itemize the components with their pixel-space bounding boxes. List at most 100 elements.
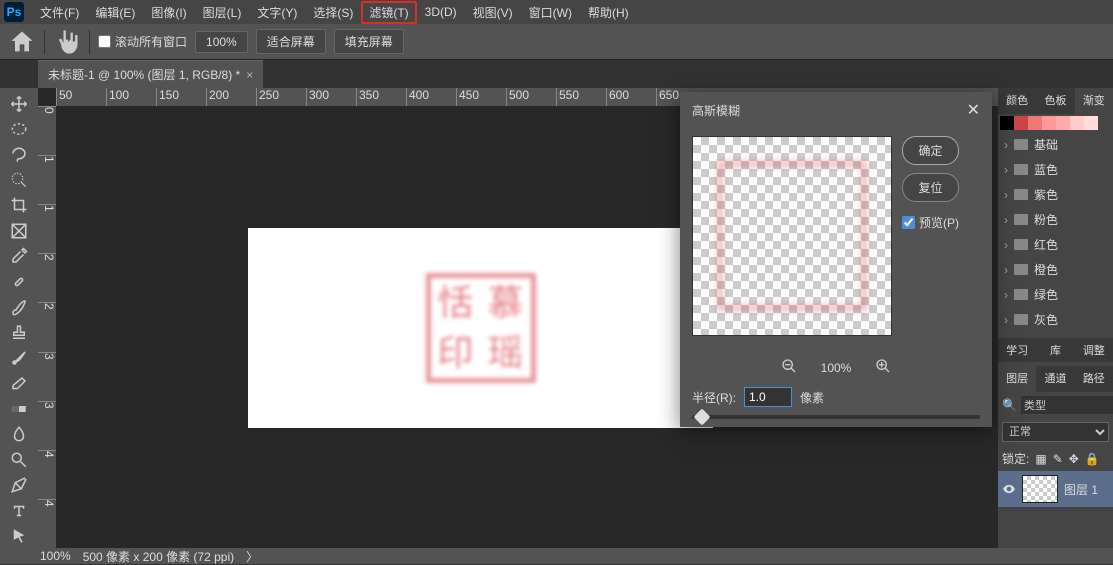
- brush-tool[interactable]: [4, 296, 34, 319]
- tab-color[interactable]: 颜色: [998, 88, 1036, 114]
- lock-all-icon[interactable]: 🔒: [1085, 452, 1100, 466]
- lasso-tool[interactable]: [4, 143, 34, 166]
- preview-image: [717, 161, 867, 311]
- menu-help[interactable]: 帮助(H): [580, 1, 637, 24]
- swatch[interactable]: [1042, 116, 1056, 130]
- preset-folder[interactable]: ›灰色: [998, 307, 1113, 332]
- dialog-title: 高斯模糊: [692, 102, 740, 119]
- slider-thumb[interactable]: [694, 409, 711, 426]
- zoom-in-icon[interactable]: [875, 358, 891, 377]
- tab-lib[interactable]: 库: [1036, 338, 1074, 362]
- tab-learn[interactable]: 学习: [998, 338, 1036, 362]
- tab-gradient[interactable]: 渐变: [1075, 88, 1113, 114]
- pen-tool[interactable]: [4, 474, 34, 497]
- scroll-all-checkbox[interactable]: 滚动所有窗口: [98, 33, 187, 50]
- menu-layer[interactable]: 图层(L): [195, 1, 250, 24]
- menu-select[interactable]: 选择(S): [305, 1, 361, 24]
- menu-3d[interactable]: 3D(D): [417, 2, 465, 22]
- right-panels: 颜色 色板 渐变 ›基础 ›蓝色 ›紫色 ›粉色 ›红色 ›橙色 ›绿色 ›灰色…: [998, 88, 1113, 548]
- layer-name: 图层 1: [1064, 481, 1098, 498]
- fit-screen-button[interactable]: 适合屏幕: [256, 29, 326, 54]
- fill-screen-button[interactable]: 填充屏幕: [334, 29, 404, 54]
- preset-folder[interactable]: ›粉色: [998, 207, 1113, 232]
- swatch[interactable]: [1084, 116, 1098, 130]
- path-select-tool[interactable]: [4, 524, 34, 547]
- preset-folder[interactable]: ›红色: [998, 232, 1113, 257]
- preset-folder[interactable]: ›基础: [998, 132, 1113, 157]
- close-icon[interactable]: ✕: [967, 100, 980, 120]
- folder-icon: [1014, 239, 1028, 250]
- radius-slider[interactable]: [692, 415, 980, 419]
- document-tab[interactable]: 未标题-1 @ 100% (图层 1, RGB/8) * ×: [38, 60, 263, 88]
- zoom-level[interactable]: 100%: [195, 31, 248, 53]
- lock-brush-icon[interactable]: ✎: [1053, 452, 1063, 466]
- radius-input[interactable]: [744, 387, 792, 407]
- history-brush-tool[interactable]: [4, 346, 34, 369]
- dodge-tool[interactable]: [4, 448, 34, 471]
- layer-row[interactable]: 图层 1: [998, 471, 1113, 507]
- close-tab-icon[interactable]: ×: [246, 68, 253, 82]
- swatch[interactable]: [1056, 116, 1070, 130]
- folder-icon: [1014, 289, 1028, 300]
- lock-row: 锁定: ▦ ✎ ✥ 🔒: [998, 446, 1113, 471]
- visibility-icon[interactable]: [1002, 482, 1016, 496]
- healing-tool[interactable]: [4, 270, 34, 293]
- app-logo: Ps: [4, 2, 24, 22]
- swatch[interactable]: [1070, 116, 1084, 130]
- menu-window[interactable]: 窗口(W): [521, 1, 580, 24]
- tab-swatches[interactable]: 色板: [1036, 88, 1074, 114]
- lock-transparency-icon[interactable]: ▦: [1035, 452, 1046, 466]
- folder-icon: [1014, 139, 1028, 150]
- radius-label: 半径(R):: [692, 389, 736, 406]
- hand-tool-icon[interactable]: [53, 28, 81, 56]
- layer-filter[interactable]: [1021, 396, 1113, 414]
- tab-layers[interactable]: 图层: [998, 366, 1036, 392]
- preset-folder[interactable]: ›绿色: [998, 282, 1113, 307]
- stamp-tool[interactable]: [4, 321, 34, 344]
- folder-icon: [1014, 264, 1028, 275]
- zoom-out-icon[interactable]: [781, 358, 797, 377]
- status-arrow-icon[interactable]: 〉: [246, 548, 258, 565]
- folder-icon: [1014, 314, 1028, 325]
- reset-button[interactable]: 复位: [902, 173, 959, 202]
- frame-tool[interactable]: [4, 219, 34, 242]
- menubar: Ps 文件(F) 编辑(E) 图像(I) 图层(L) 文字(Y) 选择(S) 滤…: [0, 0, 1113, 24]
- menu-file[interactable]: 文件(F): [32, 1, 87, 24]
- eyedropper-tool[interactable]: [4, 245, 34, 268]
- status-dims: 500 像素 x 200 像素 (72 ppi): [83, 548, 234, 565]
- menu-edit[interactable]: 编辑(E): [87, 1, 143, 24]
- lock-position-icon[interactable]: ✥: [1069, 452, 1079, 466]
- blur-tool[interactable]: [4, 423, 34, 446]
- menu-type[interactable]: 文字(Y): [249, 1, 305, 24]
- status-zoom[interactable]: 100%: [40, 549, 71, 563]
- home-icon[interactable]: [8, 28, 36, 56]
- blend-mode-select[interactable]: 正常: [1002, 422, 1109, 442]
- menu-image[interactable]: 图像(I): [143, 1, 194, 24]
- preview-checkbox[interactable]: 预览(P): [902, 214, 959, 231]
- tab-adjust[interactable]: 调整: [1075, 338, 1113, 362]
- type-tool[interactable]: [4, 499, 34, 522]
- preset-folder[interactable]: ›蓝色: [998, 157, 1113, 182]
- crop-tool[interactable]: [4, 194, 34, 217]
- swatch-row: [998, 114, 1113, 132]
- ok-button[interactable]: 确定: [902, 136, 959, 165]
- eraser-tool[interactable]: [4, 372, 34, 395]
- menu-filter[interactable]: 滤镜(T): [361, 1, 416, 24]
- canvas[interactable]: 恬慕印瑶: [248, 228, 713, 428]
- tab-paths[interactable]: 路径: [1075, 366, 1113, 392]
- quick-select-tool[interactable]: [4, 168, 34, 191]
- marquee-tool[interactable]: [4, 117, 34, 140]
- swatch[interactable]: [1000, 116, 1014, 130]
- menu-view[interactable]: 视图(V): [465, 1, 521, 24]
- tab-channels[interactable]: 通道: [1036, 366, 1074, 392]
- document-tabbar: 未标题-1 @ 100% (图层 1, RGB/8) * ×: [0, 60, 1113, 88]
- move-tool[interactable]: [4, 92, 34, 115]
- stamp-image: 恬慕印瑶: [426, 273, 536, 383]
- preview-box[interactable]: [692, 136, 892, 336]
- folder-icon: [1014, 214, 1028, 225]
- swatch[interactable]: [1014, 116, 1028, 130]
- preset-folder[interactable]: ›橙色: [998, 257, 1113, 282]
- swatch[interactable]: [1028, 116, 1042, 130]
- gradient-tool[interactable]: [4, 397, 34, 420]
- preset-folder[interactable]: ›紫色: [998, 182, 1113, 207]
